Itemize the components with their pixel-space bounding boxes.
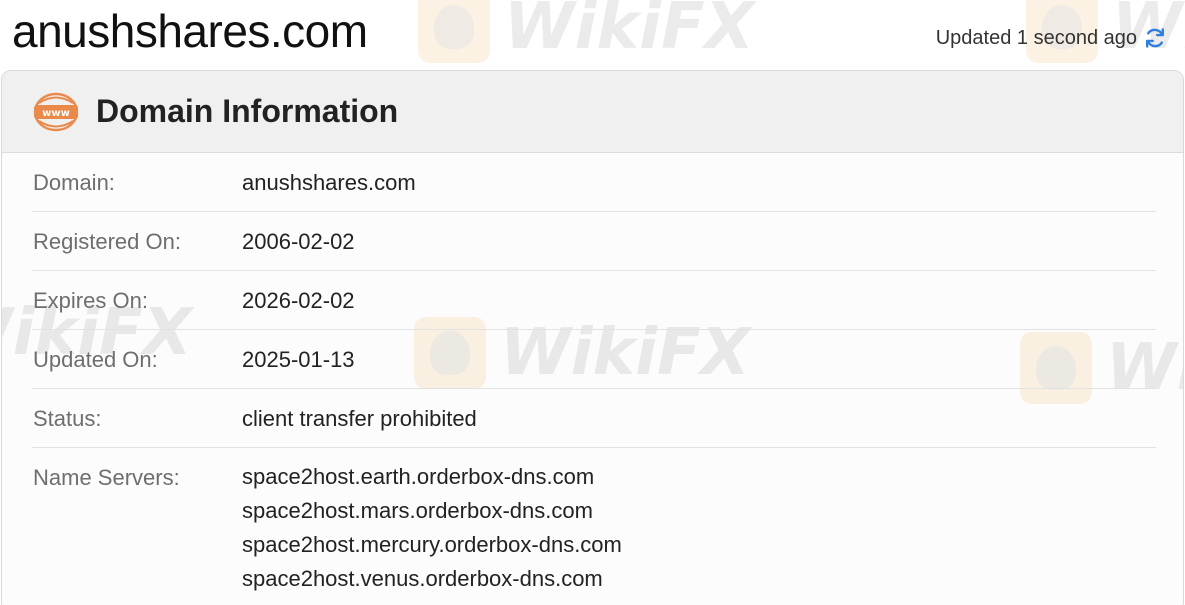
row-expires-on: Expires On: 2026-02-02 (32, 271, 1156, 330)
row-registered-on: Registered On: 2006-02-02 (32, 212, 1156, 271)
page-title: anushshares.com (12, 5, 368, 57)
refresh-icon[interactable] (1143, 26, 1167, 50)
domain-info-rows: Domain: anushshares.com Registered On: 2… (32, 153, 1156, 591)
row-domain: Domain: anushshares.com (32, 153, 1156, 212)
card-title: Domain Information (96, 93, 399, 129)
row-value: client transfer prohibited (242, 406, 477, 431)
row-label: Status: (33, 406, 102, 431)
www-icon: www (33, 92, 79, 131)
row-updated-on: Updated On: 2025-01-13 (32, 330, 1156, 389)
row-label: Registered On: (33, 229, 181, 254)
watermark-text: WikiFX (504, 0, 755, 64)
domain-info-page: WikiFX WikiFX anushshares.com Updated 1 … (0, 0, 1185, 605)
name-server-item: space2host.mars.orderbox-dns.com (242, 498, 593, 523)
row-value: 2025-01-13 (242, 347, 355, 372)
name-server-list: space2host.earth.orderbox-dns.com space2… (242, 460, 622, 596)
updated-text: Updated 1 second ago (935, 26, 1137, 49)
name-server-item: space2host.earth.orderbox-dns.com (242, 464, 595, 489)
row-label: Domain: (33, 170, 115, 195)
domain-info-card: www Domain Information WikiFX WikiFX Wik… (1, 70, 1184, 605)
name-server-item: space2host.venus.orderbox-dns.com (242, 566, 603, 591)
row-value: 2006-02-02 (242, 229, 355, 254)
update-status: Updated 1 second ago (936, 26, 1167, 50)
watermark: WikiFX (418, 0, 754, 64)
row-label: Expires On: (33, 288, 148, 313)
svg-text:www: www (42, 108, 70, 119)
wikifx-logo-icon (418, 0, 490, 63)
row-label: Name Servers: (33, 465, 180, 490)
name-server-item: space2host.mercury.orderbox-dns.com (242, 532, 622, 557)
card-header: www Domain Information (2, 71, 1183, 153)
row-value: 2026-02-02 (242, 288, 355, 313)
row-value: anushshares.com (242, 170, 416, 195)
row-status: Status: client transfer prohibited (32, 389, 1156, 448)
row-label: Updated On: (33, 347, 158, 372)
